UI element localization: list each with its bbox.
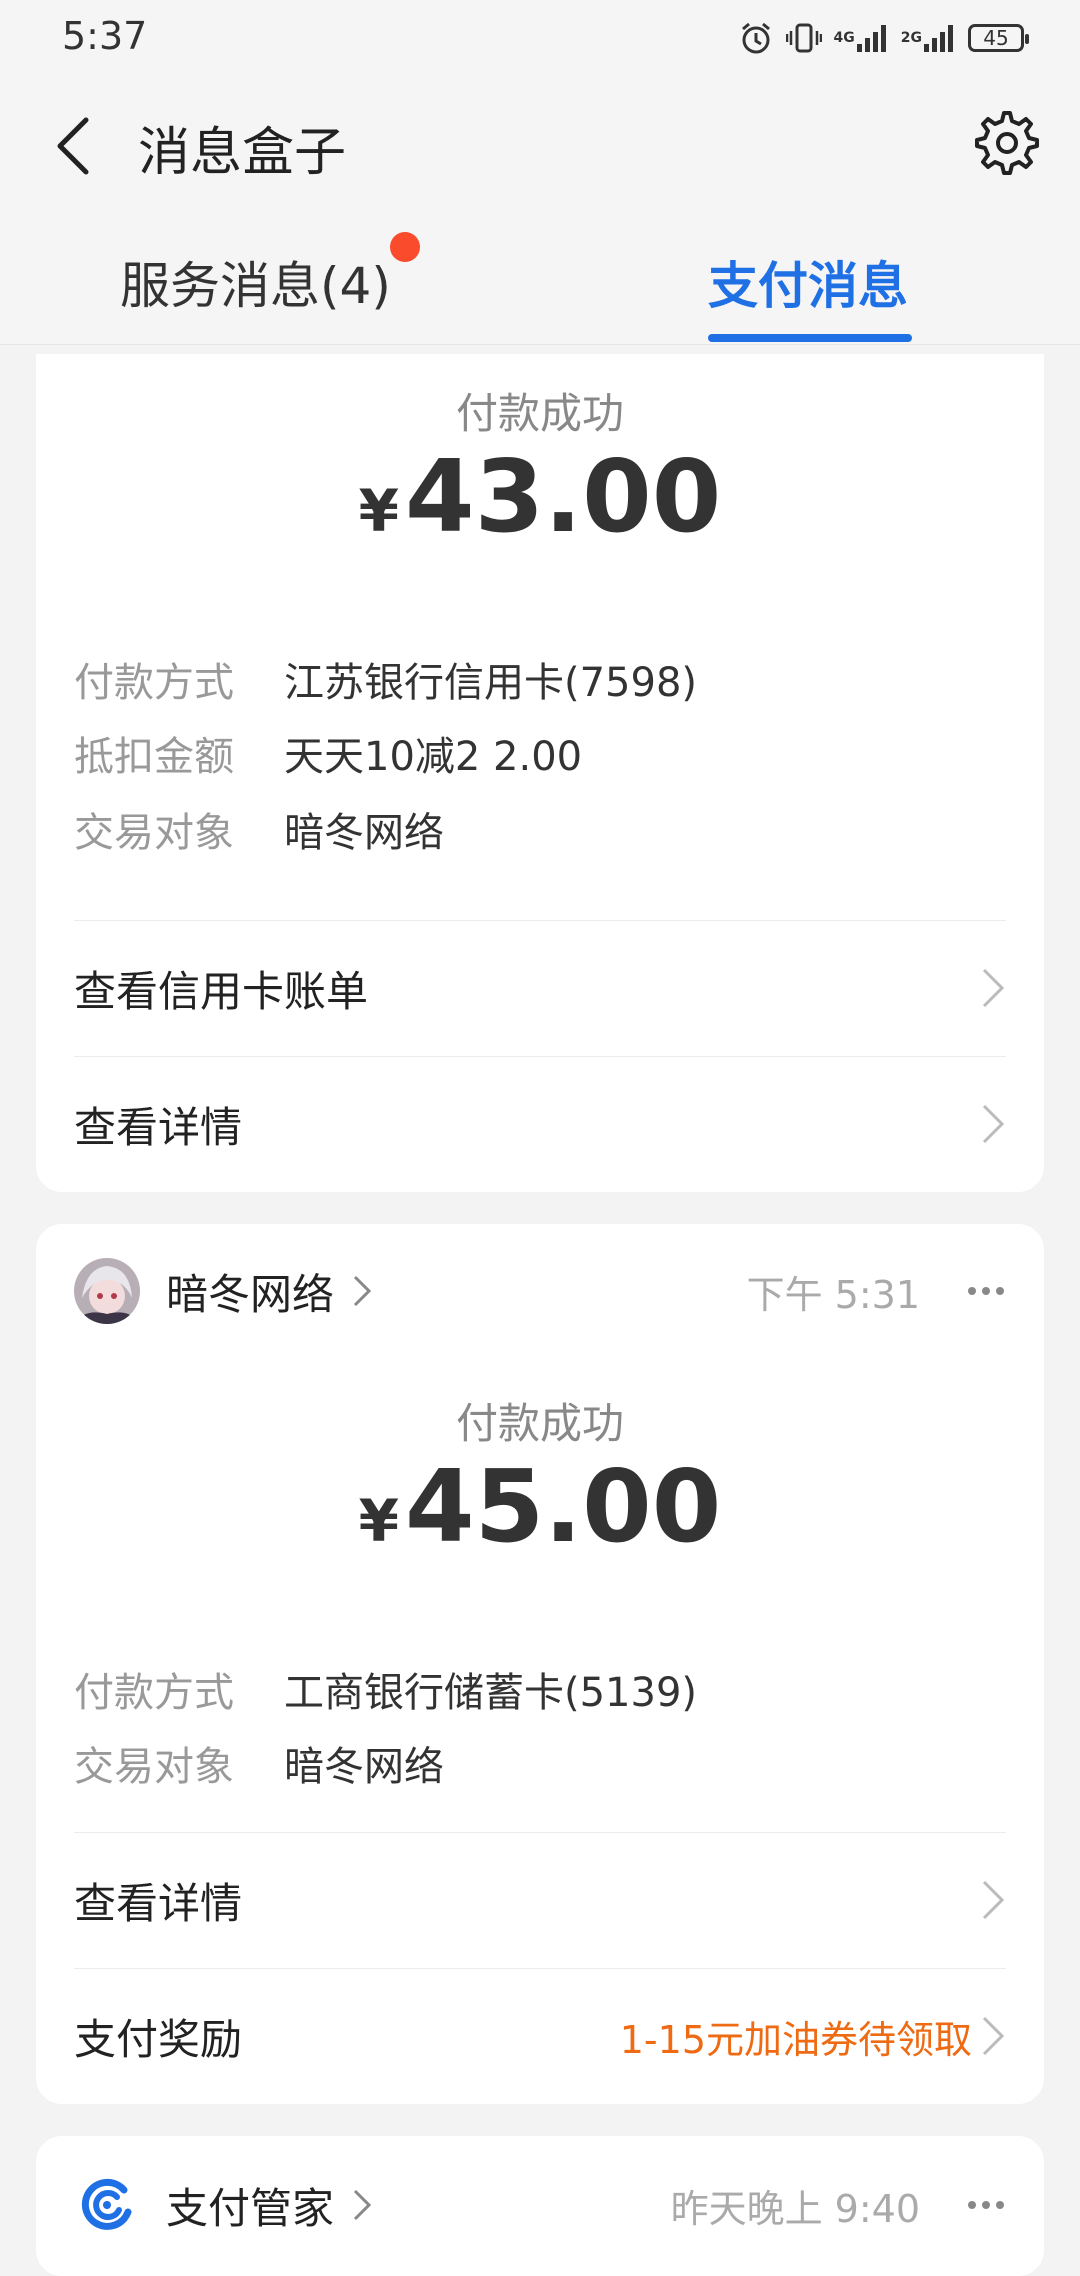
status-bar: 5:37 4G 2G 45 (0, 0, 1080, 78)
detail-row: 交易对象 暗冬网络 (74, 810, 444, 856)
card-header: 支付管家 昨天晚上 9:40 (74, 2170, 1006, 2240)
payment-reward-row[interactable]: 支付奖励 1-15元加油券待领取 (74, 1969, 1006, 2103)
detail-row: 付款方式 江苏银行信用卡(7598) (74, 660, 698, 706)
alarm-icon (738, 18, 774, 58)
chevron-right-icon (982, 1104, 1005, 1144)
chevron-right-icon (353, 2189, 372, 2221)
view-details-row[interactable]: 查看详情 (74, 1057, 1006, 1191)
chevron-right-icon (982, 1880, 1005, 1920)
page-title: 消息盒子 (138, 123, 347, 183)
payment-card: 暗冬网络 下午 5:31 付款成功 ¥45.00 付款方式 工商银行储蓄卡(51… (36, 1224, 1044, 2104)
chevron-left-icon[interactable] (50, 114, 94, 178)
unread-dot (390, 232, 420, 262)
payment-amount: ¥43.00 (358, 438, 722, 555)
message-time: 下午 5:31 (746, 1272, 920, 1317)
reward-promo-text: 1-15元加油券待领取 (619, 2017, 972, 2062)
signal-icon: 4G (834, 18, 889, 58)
signal-icon: 2G (901, 18, 956, 58)
status-icons: 4G 2G 45 (738, 18, 1029, 58)
chevron-right-icon (982, 968, 1005, 1008)
payment-amount: ¥45.00 (358, 1448, 722, 1565)
payment-card: 支付管家 昨天晚上 9:40 (36, 2136, 1044, 2276)
tab-service-messages[interactable]: 服务消息(4) (120, 246, 391, 318)
view-details-row[interactable]: 查看详情 (74, 1833, 1006, 1967)
payment-assistant-logo-icon[interactable] (74, 2172, 140, 2238)
battery-icon: 45 (968, 18, 1029, 58)
more-icon[interactable] (966, 2198, 1006, 2212)
title-bar: 消息盒子 (0, 78, 1080, 210)
view-credit-bill-row[interactable]: 查看信用卡账单 (74, 921, 1006, 1055)
payment-status: 付款成功 (455, 1399, 624, 1448)
chevron-right-icon (353, 1275, 372, 1307)
detail-row: 付款方式 工商银行储蓄卡(5139) (74, 1670, 698, 1716)
avatar[interactable] (74, 1258, 140, 1324)
active-tab-indicator (708, 334, 912, 342)
detail-row: 交易对象 暗冬网络 (74, 1744, 444, 1790)
tab-payment-messages[interactable]: 支付消息 (708, 246, 908, 318)
vibrate-icon (785, 18, 822, 58)
payment-status: 付款成功 (455, 389, 624, 438)
payment-card: 付款成功 ¥43.00 付款方式 江苏银行信用卡(7598) 抵扣金额 天天10… (36, 354, 1044, 1192)
merchant-name[interactable]: 暗冬网络 (166, 1261, 334, 1322)
detail-row: 抵扣金额 天天10减2 2.00 (74, 734, 583, 780)
more-icon[interactable] (966, 1284, 1006, 1298)
merchant-name[interactable]: 支付管家 (166, 2175, 334, 2236)
status-time: 5:37 (62, 14, 148, 58)
tab-bar: 服务消息(4) 支付消息 (0, 210, 1080, 345)
card-header: 暗冬网络 下午 5:31 (74, 1256, 1006, 1326)
gear-icon[interactable] (974, 110, 1040, 176)
chevron-right-icon (982, 2016, 1005, 2056)
message-time: 昨天晚上 9:40 (670, 2186, 920, 2231)
